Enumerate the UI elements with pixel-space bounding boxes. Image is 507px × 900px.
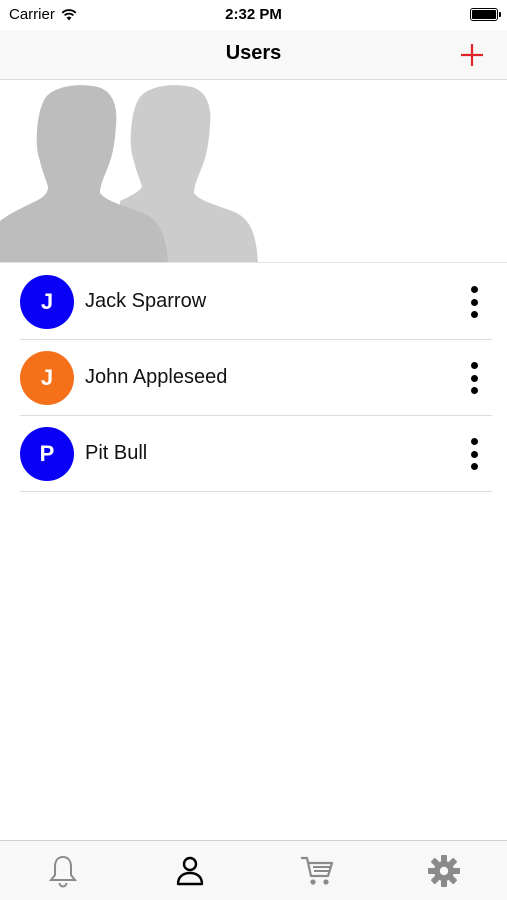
status-time: 2:32 PM	[225, 6, 282, 23]
user-list: J Jack Sparrow J John Appleseed P Pit Bu…	[20, 264, 492, 492]
user-row[interactable]: J John Appleseed	[20, 340, 492, 416]
more-icon-dot	[470, 374, 478, 382]
more-icon-dot	[470, 438, 478, 445]
users-placeholder-image	[0, 85, 258, 262]
user-row[interactable]: J Jack Sparrow	[20, 264, 492, 340]
more-icon-dot	[470, 387, 478, 394]
avatar: P	[20, 426, 74, 481]
user-name: Pit Bull	[85, 442, 148, 464]
bell-icon	[49, 855, 78, 887]
plus-icon	[461, 44, 483, 66]
avatar-initial: P	[39, 440, 55, 466]
more-icon-dot	[470, 286, 478, 293]
header-image	[0, 81, 507, 263]
more-icon-dot	[470, 463, 478, 470]
user-name: Jack Sparrow	[85, 290, 207, 312]
more-options-button[interactable]	[464, 360, 484, 396]
tab-bar	[0, 840, 507, 900]
navigation-bar: Users	[0, 30, 507, 80]
more-icon-dot	[470, 450, 478, 458]
user-row[interactable]: P Pit Bull	[20, 416, 492, 492]
tab-users[interactable]	[127, 841, 254, 900]
user-name: John Appleseed	[85, 366, 228, 388]
more-options-button[interactable]	[464, 284, 484, 320]
more-icon-dot	[470, 298, 478, 306]
cart-icon	[300, 856, 333, 885]
more-options-button[interactable]	[464, 436, 484, 472]
more-icon-dot	[470, 362, 478, 369]
avatar: J	[20, 274, 74, 329]
person-icon	[176, 856, 204, 885]
more-icon-dot	[470, 311, 478, 318]
add-user-button[interactable]	[455, 38, 489, 72]
tab-settings[interactable]	[380, 841, 507, 900]
status-bar: Carrier 2:32 PM	[0, 0, 507, 30]
avatar: J	[20, 350, 74, 405]
avatar-initial: J	[40, 288, 54, 314]
gear-icon	[427, 854, 460, 887]
battery-icon	[470, 8, 501, 21]
tab-notifications[interactable]	[0, 841, 127, 900]
tab-cart[interactable]	[254, 841, 381, 900]
page-title: Users	[225, 42, 282, 64]
avatar-initial: J	[40, 364, 54, 390]
